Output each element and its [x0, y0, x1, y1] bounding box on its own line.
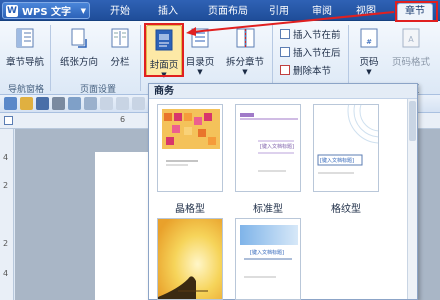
preview-icon[interactable]	[68, 97, 81, 110]
paper-orientation-icon	[71, 28, 87, 48]
new-icon[interactable]	[4, 97, 17, 110]
svg-text:#: #	[366, 38, 372, 46]
save-icon[interactable]	[36, 97, 49, 110]
page-number-format-label: 页码格式	[391, 57, 430, 68]
print-icon[interactable]	[52, 97, 65, 110]
columns-button[interactable]: 分栏	[104, 27, 136, 68]
vertical-ruler: 4 2 2 4	[0, 129, 14, 300]
thumb-title-text: [键入文档标题]	[250, 250, 284, 256]
cover-thumb-standard[interactable]: [键入文档标题]	[235, 104, 301, 192]
divider	[50, 25, 51, 91]
cover-thumb-sunset[interactable]	[157, 218, 223, 300]
chevron-down-icon: ▼	[366, 68, 372, 76]
insert-section-after-label: 插入节在后	[293, 48, 341, 59]
ruler-tick-label: 2	[3, 181, 9, 190]
paper-orientation-label: 纸张方向	[59, 57, 98, 68]
paper-orientation-button[interactable]: 纸张方向	[58, 27, 100, 68]
split-section-label: 拆分章节	[225, 57, 264, 68]
thumb-title-text: [键入文档标题]	[260, 144, 294, 150]
chevron-down-icon: ▼	[80, 6, 86, 15]
insert-after-icon	[280, 47, 290, 57]
document-page[interactable]	[95, 152, 155, 300]
wps-logo-icon: W	[6, 4, 18, 17]
chevron-down-icon: ▼	[197, 68, 203, 76]
ruler-tick-label: 6	[120, 115, 126, 124]
group-label-page-setup: 页面设置	[79, 85, 116, 95]
delete-section-button[interactable]: 删除本节	[280, 63, 331, 77]
cover-thumb-grid[interactable]: [键入文档标题]	[313, 104, 379, 192]
chevron-down-icon: ▼	[242, 68, 248, 76]
app-menu-button[interactable]: W WPS 文字 ▼	[2, 2, 90, 19]
gallery-category-header: 商务	[149, 84, 417, 99]
gallery-scrollbar[interactable]	[407, 99, 417, 299]
svg-text:A: A	[408, 35, 414, 44]
columns-icon	[111, 28, 129, 48]
cover-thumb-blue-band[interactable]: [键入文档标题]	[235, 218, 301, 300]
cover-label-standard: 标准型	[253, 204, 283, 215]
tab-insert[interactable]: 插入	[152, 4, 184, 20]
columns-label: 分栏	[110, 57, 130, 68]
page-number-label: 页码	[359, 57, 379, 68]
thumb-title-text: [键入文档标题]	[320, 158, 354, 164]
tab-stop-icon[interactable]	[4, 116, 13, 125]
sunset-cover-preview	[158, 219, 222, 299]
grid-cover-preview	[317, 105, 378, 174]
insert-section-after-button[interactable]: 插入节在后	[280, 45, 341, 59]
highlight-cover-page-button	[144, 23, 184, 77]
cover-label-crystal: 晶格型	[175, 204, 205, 215]
copy-icon[interactable]	[84, 97, 97, 110]
redo-icon[interactable]	[116, 97, 129, 110]
section-nav-button[interactable]: 章节导航	[4, 27, 46, 68]
group-label-nav: 导航窗格	[7, 85, 44, 95]
scrollbar-thumb[interactable]	[409, 101, 416, 141]
blue-band-cover-preview	[240, 225, 298, 278]
cover-page-gallery: 商务 晶格型 [键入文档标题] 标准型 [键入文档标题] 格纹型 [键入文档标题…	[148, 83, 418, 300]
ruler-tick-label: 4	[3, 153, 9, 162]
section-nav-label: 章节导航	[5, 57, 44, 68]
cover-thumb-crystal[interactable]	[157, 104, 223, 192]
page-number-format-icon: A	[402, 28, 420, 48]
delete-icon	[280, 65, 290, 75]
toc-page-label: 目录页	[185, 57, 215, 68]
format-icon[interactable]	[132, 97, 145, 110]
ruler-tick-label: 4	[3, 269, 9, 278]
section-nav-icon	[16, 28, 34, 48]
tab-home[interactable]: 开始	[104, 4, 136, 20]
cover-label-grid: 格纹型	[331, 204, 361, 215]
delete-section-label: 删除本节	[293, 66, 332, 77]
ruler-tick-label: 2	[3, 239, 9, 248]
crystal-cover-preview	[162, 109, 220, 166]
annotation-arrow-icon	[186, 11, 395, 36]
divider	[140, 25, 141, 91]
app-name: WPS 文字	[22, 7, 72, 18]
highlight-section-tab	[395, 1, 438, 22]
undo-icon[interactable]	[100, 97, 113, 110]
open-icon[interactable]	[20, 97, 33, 110]
